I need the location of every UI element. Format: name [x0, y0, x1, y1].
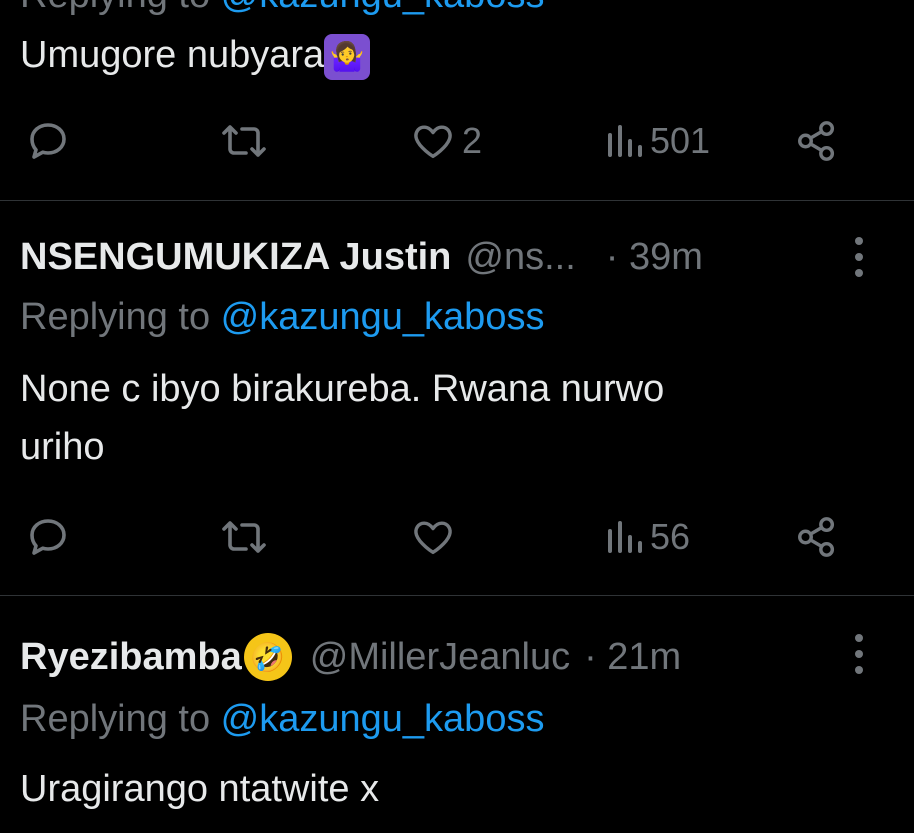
tweet-text-content: Umugore nubyara	[20, 34, 325, 76]
view-count: 501	[650, 120, 711, 161]
divider	[0, 200, 914, 201]
more-options-button[interactable]	[852, 237, 866, 277]
user-handle[interactable]: @ns...	[465, 236, 575, 279]
more-icon	[855, 634, 863, 642]
person-shrugging-emoji: 🤷‍♀️	[324, 33, 371, 80]
divider	[0, 595, 914, 596]
view-count: 56	[650, 516, 691, 557]
more-icon	[855, 237, 863, 245]
like-button[interactable]	[410, 507, 456, 567]
display-name[interactable]: NSENGUMUKIZA Justin	[20, 236, 451, 279]
share-icon	[798, 121, 835, 161]
reply-button[interactable]	[24, 507, 72, 567]
retweet-icon	[222, 521, 266, 553]
like-icon	[414, 521, 452, 555]
retweet-icon	[222, 125, 266, 157]
timestamp[interactable]: · 39m	[606, 236, 703, 279]
tweet-text-line: uriho	[20, 426, 105, 468]
views-icon	[608, 125, 642, 157]
mention-link[interactable]: @kazungu_kaboss	[221, 0, 545, 16]
reply-button[interactable]	[24, 111, 72, 171]
share-button[interactable]	[794, 111, 840, 171]
replying-to: Replying to @kazungu_kaboss	[20, 698, 544, 741]
rolling-on-floor-laughing-emoji: 🤣	[243, 633, 292, 681]
like-count: 2	[462, 120, 483, 161]
tweet-header: Ryezibamba 🤣 @MillerJeanluc · 21m	[20, 630, 681, 684]
share-button[interactable]	[794, 507, 840, 567]
retweet-button[interactable]	[218, 507, 270, 567]
tweet-text: Umugore nubyara 🤷‍♀️	[20, 26, 371, 84]
tweet-actions: 2 501	[0, 111, 914, 171]
tweet-text: None c ibyo birakureba. Rwana nurwo urih…	[20, 360, 664, 476]
timestamp[interactable]: · 21m	[584, 636, 681, 679]
mention-link[interactable]: @kazungu_kaboss	[221, 296, 545, 338]
tweet-text-content: Uragirango ntatwite x	[20, 768, 380, 810]
like-button[interactable]: 2	[410, 111, 482, 171]
display-name[interactable]: Ryezibamba	[20, 636, 242, 679]
tweet-text-line: None c ibyo birakureba. Rwana nurwo	[20, 368, 665, 410]
tweet-header: NSENGUMUKIZA Justin @ns... · 39m	[20, 230, 703, 284]
replying-label: Replying to	[20, 296, 221, 338]
reply-icon	[30, 123, 66, 159]
more-options-button[interactable]	[852, 634, 866, 674]
views-button[interactable]: 56	[604, 507, 690, 567]
views-button[interactable]: 501	[604, 111, 710, 171]
tweet-actions: 56	[0, 507, 914, 567]
mention-link[interactable]: @kazungu_kaboss	[221, 698, 545, 740]
replying-label: Replying to	[20, 698, 221, 740]
replying-to: Replying to @kazungu_kaboss	[20, 296, 544, 339]
user-handle[interactable]: @MillerJeanluc	[310, 636, 570, 679]
tweet-text: Uragirango ntatwite x	[20, 760, 379, 818]
reply-icon	[30, 519, 66, 555]
views-icon	[608, 521, 642, 553]
retweet-button[interactable]	[218, 111, 270, 171]
clipped-replying-line: Replying to @kazungu_kaboss	[20, 0, 544, 17]
like-icon	[414, 125, 452, 159]
share-icon	[798, 517, 835, 557]
